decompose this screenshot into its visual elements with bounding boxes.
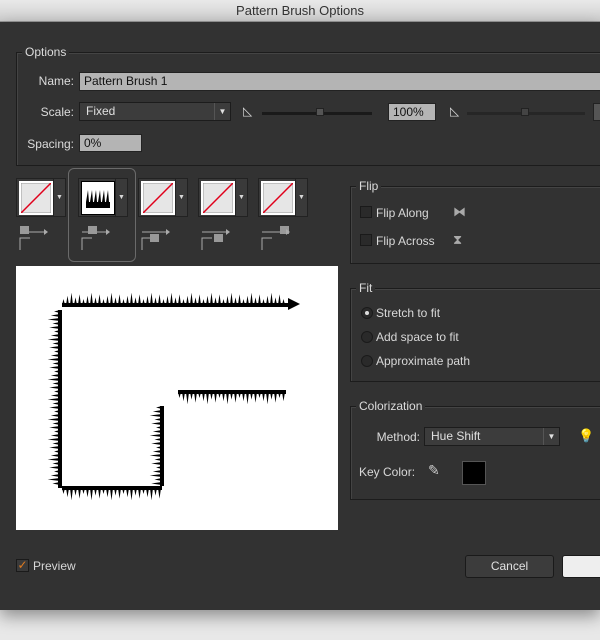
scale-dropdown[interactable]: Fixed ▼ [79, 102, 231, 121]
chevron-down-icon: ▼ [543, 428, 559, 445]
chevron-down-icon: ▼ [295, 179, 307, 216]
preview-inner-side [149, 406, 164, 486]
outer-corner-tile-type-icon [80, 226, 110, 255]
start-tile[interactable]: ▼ [198, 178, 248, 217]
flip-legend: Flip [356, 179, 382, 193]
tile-swatch [19, 181, 53, 215]
tile-swatch [81, 181, 115, 215]
end-tile-type-icon [260, 226, 290, 255]
chevron-down-icon: ▼ [175, 179, 187, 216]
side-tile-type-icon [18, 226, 48, 255]
none-swatch-icon [20, 182, 52, 214]
add-space-label: Add space to fit [376, 330, 459, 344]
flip-across-label: Flip Across [376, 234, 435, 248]
pattern-preview [16, 266, 338, 530]
none-swatch-icon [262, 182, 294, 214]
spacing-label: Spacing: [27, 137, 74, 151]
scale-percent-input[interactable]: 100% [388, 103, 436, 121]
fit-legend: Fit [356, 281, 376, 295]
stretch-to-fit-radio[interactable] [361, 307, 373, 319]
flip-group [350, 186, 600, 264]
preview-label: Preview [33, 559, 76, 573]
inner-corner-tile[interactable]: ▼ [138, 178, 188, 217]
none-swatch-icon [202, 182, 234, 214]
none-swatch-icon [142, 182, 174, 214]
add-space-radio[interactable] [361, 331, 373, 343]
approximate-path-radio[interactable] [361, 355, 373, 367]
preview-bottom-side [62, 486, 162, 501]
flip-along-icon: ⧓ [453, 204, 466, 219]
outer-corner-tile[interactable]: ▼ [78, 178, 128, 217]
name-label: Name: [38, 74, 74, 88]
grass-pattern-icon [86, 190, 110, 208]
name-input[interactable]: Pattern Brush 1 [79, 72, 600, 91]
inner-corner-tile-type-icon [140, 226, 170, 255]
scale-max-icon: ◺ [450, 104, 460, 118]
tile-swatch [261, 181, 295, 215]
chevron-down-icon: ▼ [214, 103, 230, 120]
chevron-down-icon: ▼ [115, 179, 127, 216]
chevron-down-icon: ▼ [235, 179, 247, 216]
preview-end-side [178, 390, 286, 405]
approximate-path-label: Approximate path [376, 354, 471, 368]
colorization-legend: Colorization [356, 399, 426, 413]
ok-button[interactable] [562, 555, 600, 578]
scale-label: Scale: [40, 105, 74, 119]
flip-across-icon: ⧗ [453, 232, 463, 247]
preview-checkbox[interactable]: ✓ [16, 559, 29, 572]
stretch-to-fit-label: Stretch to fit [376, 306, 441, 320]
method-value: Hue Shift [431, 429, 481, 443]
tile-swatch [141, 181, 175, 215]
method-label: Method: [376, 430, 420, 444]
scale-slider-thumb[interactable] [316, 108, 324, 116]
key-color-label: Key Color: [359, 465, 416, 479]
side-tile[interactable]: ▼ [16, 178, 66, 217]
preview-top-side [62, 292, 288, 307]
spacing-input[interactable]: 0% [79, 134, 142, 152]
scale-value: Fixed [86, 104, 116, 118]
colorization-group [350, 406, 600, 500]
options-legend: Options [22, 45, 70, 59]
end-tile[interactable]: ▼ [258, 178, 308, 217]
scale-slider-2-thumb [521, 108, 529, 116]
flip-along-checkbox[interactable] [360, 206, 372, 218]
flip-across-checkbox[interactable] [360, 234, 372, 246]
tile-swatch [201, 181, 235, 215]
key-color-swatch[interactable] [462, 461, 486, 485]
title-bar: Pattern Brush Options [0, 0, 600, 22]
lightbulb-tips-icon[interactable]: 💡 [578, 428, 594, 444]
cancel-button[interactable]: Cancel [465, 555, 554, 578]
chevron-down-icon: ▼ [53, 179, 65, 216]
scale-min-icon: ◺ [243, 104, 253, 118]
eyedropper-icon[interactable]: ✎ [428, 462, 440, 479]
start-tile-type-icon [200, 226, 230, 255]
scale-percent-2-input [593, 103, 600, 121]
preview-arrow-icon [288, 298, 300, 310]
flip-along-label: Flip Along [376, 206, 429, 220]
preview-left-side [47, 310, 62, 488]
method-dropdown[interactable]: Hue Shift ▼ [424, 427, 560, 446]
